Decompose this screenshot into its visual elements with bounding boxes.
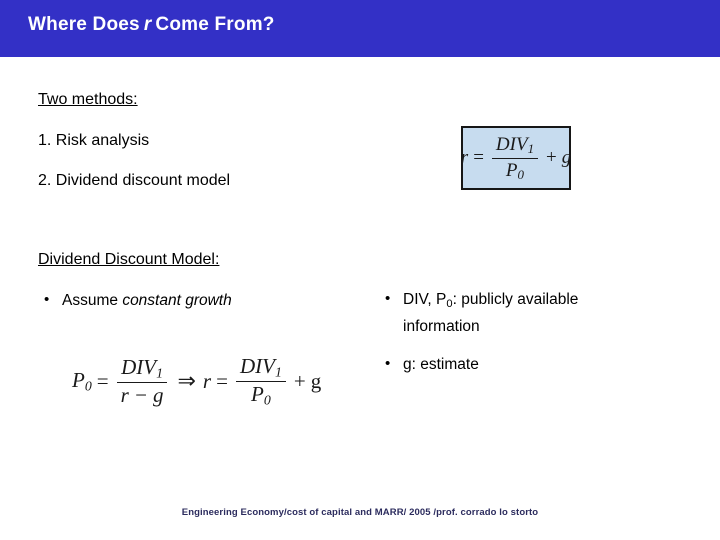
derivation-plus: + [293,368,306,393]
method-item-1: 1. Risk analysis [38,132,150,149]
bullet-assume-prefix: Assume [62,292,123,309]
derivation-formula: P0 = DIV1 r − g ⇒ r = DIV1 P0 + g [72,354,322,408]
derivation-lhs: P0 [72,368,92,394]
bullet-assume-text: Assume constant growth [62,288,334,314]
formula-addend: g [561,147,572,168]
derivation-addend: g [310,368,322,393]
formula-r-expression: r = DIV1 P0 + g [461,134,571,182]
formula-denominator-sub: 0 [517,166,524,182]
derivation-num-2-sub: 1 [274,364,282,380]
ddm-heading: Dividend Discount Model: [38,251,220,268]
derivation-equals-1: = [96,368,109,393]
title-variable: r [143,14,152,35]
derivation-den-1: r − g [120,382,164,407]
derivation-num-2: DIV1 [235,354,286,382]
formula-equals: = [473,147,484,168]
bullet-g-estimate: • g: estimate [385,352,585,378]
bullet-div-p0: • DIV, P0: publicly available informatio… [385,287,647,339]
bullet-g-text: g: estimate [403,356,479,373]
derivation-rhs-var: r [202,368,212,393]
bullet-marker-icon: • [385,290,391,307]
formula-plus: + [546,147,557,168]
method-item-2: 2. Dividend discount model [38,172,231,189]
title-prefix: Where Does [28,14,140,35]
title-banner: Where Does r Come From? [0,0,720,57]
slide-canvas: Where Does r Come From? Two methods: 1. Ri… [0,0,720,540]
formula-denominator: P0 [505,159,524,182]
derivation-equals-2: = [216,368,228,393]
derivation-den-2-sub: 0 [263,392,271,408]
derivation-num-1-sub: 1 [156,365,163,381]
bullet-assume-emphasis: constant growth [122,292,232,309]
title-suffix: Come From? [155,14,275,35]
derivation-implies-icon: ⇒ [177,368,196,394]
bullet-marker-icon: • [385,355,391,372]
slide-footer: Engineering Economy/cost of capital and … [181,507,539,518]
formula-numerator: DIV1 [491,134,539,159]
formula-numerator-sub: 1 [527,141,535,157]
derivation-fraction-2: DIV1 P0 [235,354,286,408]
derivation-lhs-sub: 0 [84,378,92,394]
formula-box-r: r = DIV1 P0 + g [461,126,571,190]
bullet-div-prefix: DIV, P [403,291,447,308]
derivation-fraction-1: DIV1 r − g [117,355,168,407]
bullet-div-text: DIV, P0: publicly available information [403,287,647,339]
formula-lhs: r [460,147,469,168]
derivation-den-2: P0 [251,381,271,408]
formula-fraction: DIV1 P0 [491,134,539,182]
page-title: Where Does r Come From? [28,14,275,36]
bullet-assume-constant-growth: • Assume constant growth [44,288,334,314]
methods-heading: Two methods: [38,91,138,108]
bullet-marker-icon: • [44,291,50,308]
derivation-num-1: DIV1 [117,355,167,383]
